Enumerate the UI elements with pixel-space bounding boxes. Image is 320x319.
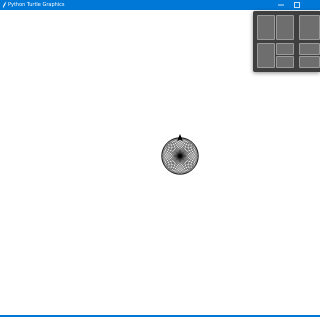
spirograph-circle <box>170 155 190 175</box>
snap-layout-two-columns-right[interactable] <box>276 15 294 40</box>
minimize-icon <box>278 4 284 6</box>
window-titlebar[interactable]: Python Turtle Graphics <box>0 0 320 10</box>
spirograph-drawing <box>161 137 199 175</box>
snap-layout-split-left[interactable] <box>257 43 275 68</box>
window-title: Python Turtle Graphics <box>8 2 65 8</box>
snap-layouts-flyout <box>253 11 320 72</box>
snap-layout-split-right-bottom[interactable] <box>276 56 294 68</box>
minimize-button[interactable] <box>274 0 288 10</box>
snap-layout-quad-top[interactable] <box>299 43 320 55</box>
spirograph-circle <box>161 146 181 166</box>
snap-layout-wide-left-main[interactable] <box>299 15 320 40</box>
snap-layout-two-columns-left[interactable] <box>257 15 275 40</box>
python-feather-icon <box>2 1 7 9</box>
spirograph-circle <box>170 137 190 157</box>
snap-layout-quad-bottom[interactable] <box>299 56 320 68</box>
maximize-icon <box>294 2 300 8</box>
maximize-button[interactable] <box>290 0 304 10</box>
spirograph-circle <box>179 146 199 166</box>
snap-layout-split-right-top[interactable] <box>276 43 294 55</box>
